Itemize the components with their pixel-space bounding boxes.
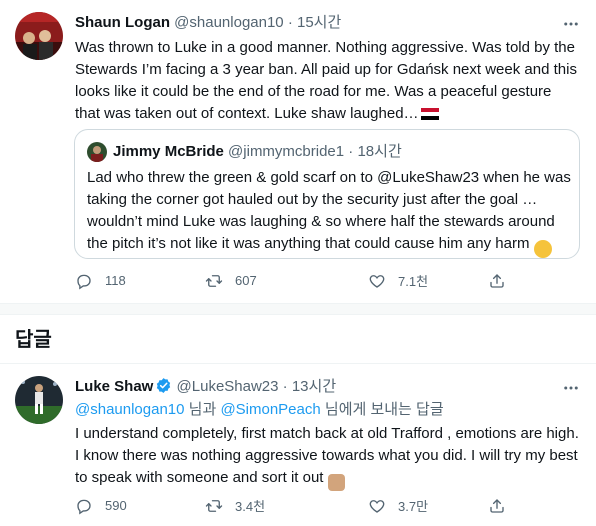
tweet-header: Luke Shaw @LukeShaw23 · 13시간 [75,377,336,400]
tweet-line: Was thrown to Luke in a good manner. Not… [75,39,575,56]
quote-line: the pitch it’s not like it was anything … [87,233,571,258]
share-button[interactable] [488,497,506,515]
quote-timestamp: 18시간 [357,143,402,160]
separator-dot: · [348,143,354,160]
tweet-actions: 118 607 7.1천 [75,271,506,290]
like-icon [369,274,385,288]
timestamp[interactable]: 15시간 [297,14,341,31]
retweet-button[interactable]: 607 [205,272,368,290]
retweet-icon [205,274,223,287]
like-count: 7.1천 [398,274,429,289]
tweet-text: Was thrown to Luke in a good manner. Not… [75,37,585,125]
quote-line: Lad who threw the green & gold scarf on … [87,169,571,186]
reply-context: @shaunlogan10 님과 @SimonPeach 님에게 보내는 답글 [75,399,444,421]
share-icon [490,273,504,288]
reply-button[interactable]: 590 [75,497,205,515]
reply-button[interactable]: 118 [75,272,205,290]
worried-emoji: 😟 [533,240,552,258]
tweet-text: I understand completely, first match bac… [75,423,590,491]
quote-line: wouldn’t mind Luke was laughing & so whe… [87,213,555,230]
quote-header: Jimmy McBride @jimmymcbride1 · 18시간 [113,142,402,162]
section-separator [0,303,596,315]
like-button[interactable]: 7.1천 [368,271,488,290]
quote-line: taking the corner got hauled out by the … [87,191,538,208]
share-button[interactable] [488,272,506,290]
quote-avatar [87,142,107,162]
reply-suffix: 님에게 보내는 답글 [324,401,444,418]
reply-count: 590 [105,498,127,513]
flag-emoji: 🇪🇬 [420,108,439,120]
replies-heading: 답글 [15,327,52,351]
retweet-icon [205,499,223,512]
quote-line-text: the pitch it’s not like it was anything … [87,235,530,252]
verified-icon [155,377,172,400]
tweet-line: I understand completely, first match bac… [75,425,579,442]
quote-author-handle: @jimmymcbride1 [228,143,345,160]
more-icon[interactable] [561,378,581,398]
separator-dot: · [287,14,293,31]
retweet-count: 607 [235,273,257,288]
like-icon [369,499,385,513]
thumbs-up-emoji: 👍🏼 [327,474,345,491]
quote-text: Lad who threw the green & gold scarf on … [87,167,571,258]
like-button[interactable]: 3.7만 [368,496,488,515]
share-icon [490,498,504,513]
tweet-line-text: to speak with someone and sort it out [75,469,324,486]
author-handle[interactable]: @shaunlogan10 [174,14,283,31]
timestamp[interactable]: 13시간 [292,378,336,395]
tweet-line: that was taken out of context. Luke shaw… [75,103,585,125]
like-count: 3.7만 [398,499,429,514]
retweet-button[interactable]: 3.4천 [205,496,368,515]
reply-icon [77,274,91,289]
reply-count: 118 [105,273,126,288]
reply-joiner: 님과 [188,401,217,418]
more-icon[interactable] [561,14,581,34]
author-name[interactable]: Luke Shaw [75,378,153,395]
tweet-shaun-logan[interactable]: Shaun Logan @shaunlogan10 · 15시간 Was thr… [0,0,596,303]
author-handle[interactable]: @LukeShaw23 [177,378,279,395]
reply-icon [77,499,91,514]
avatar[interactable] [15,12,63,60]
tweet-header: Shaun Logan @shaunlogan10 · 15시간 [75,13,341,33]
tweet-line: Stewards I’m facing a 3 year ban. All pa… [75,61,577,78]
mention-link[interactable]: @shaunlogan10 [75,401,184,418]
tweet-line-text: that was taken out of context. Luke shaw… [75,105,419,122]
avatar[interactable] [15,376,63,424]
separator-dot: · [282,378,288,395]
retweet-count: 3.4천 [235,499,266,514]
mention-link[interactable]: @SimonPeach [220,401,320,418]
tweet-line: to speak with someone and sort it out 👍🏼 [75,467,590,491]
author-name[interactable]: Shaun Logan [75,14,170,31]
quoted-tweet[interactable]: Jimmy McBride @jimmymcbride1 · 18시간 Lad … [74,129,580,259]
quote-author-name: Jimmy McBride [113,143,224,160]
tweet-line: I know there was nothing aggressive towa… [75,447,578,464]
tweet-line: looks like it could be the end of the ro… [75,83,552,100]
tweet-actions: 590 3.4천 3.7만 [75,496,506,515]
